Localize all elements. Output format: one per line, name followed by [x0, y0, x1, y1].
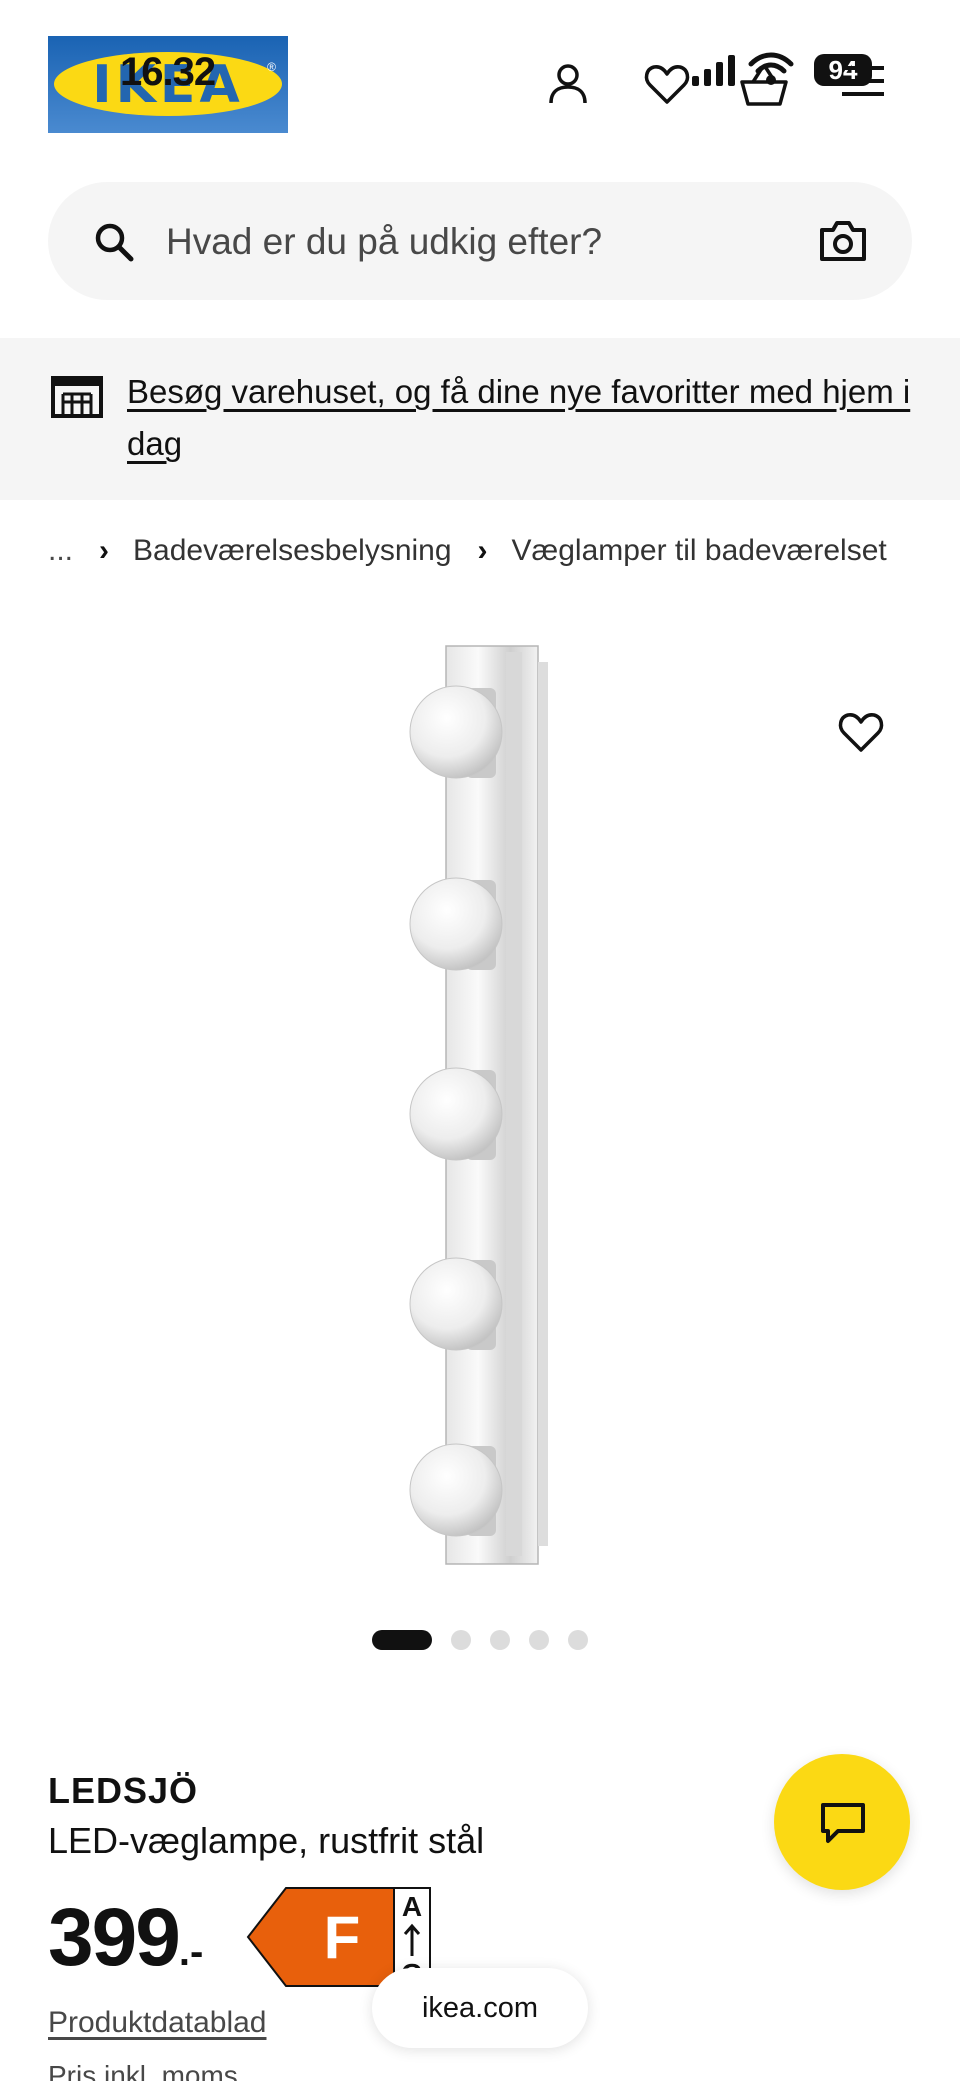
- carousel-dot-4[interactable]: [529, 1630, 549, 1650]
- cellular-signal-icon: [692, 55, 735, 86]
- product-name: LEDSJÖ: [48, 1770, 199, 1811]
- carousel-pagination: [372, 1630, 607, 1650]
- wifi-icon: [748, 52, 794, 85]
- camera-icon[interactable]: [818, 218, 868, 264]
- product-price: 399.-: [48, 1890, 203, 2000]
- energy-scale-top: A: [402, 1891, 422, 1922]
- user-icon[interactable]: [542, 58, 594, 110]
- chat-button[interactable]: [774, 1754, 910, 1890]
- product-datasheet-link[interactable]: Produktdatablad: [48, 2006, 267, 2040]
- carousel-dot-3[interactable]: [490, 1630, 510, 1650]
- chevron-right-icon: ›: [99, 534, 110, 567]
- chevron-right-icon: ›: [477, 534, 488, 567]
- breadcrumb: ... › Badeværelsesbelysning › Væglamper …: [48, 528, 913, 574]
- menu-icon[interactable]: [838, 58, 888, 104]
- browser-url-bar[interactable]: ikea.com: [372, 1968, 588, 2048]
- status-bar-time: 16.32: [120, 50, 216, 94]
- breadcrumb-item-vaeglamper[interactable]: Væglamper til badeværelset: [512, 534, 887, 568]
- search-input[interactable]: [166, 214, 806, 270]
- carousel-dot-5[interactable]: [568, 1630, 588, 1650]
- breadcrumb-item-badevaerelsesbelysning[interactable]: Badeværelsesbelysning: [133, 534, 452, 568]
- carousel-dot-2[interactable]: [451, 1630, 471, 1650]
- store-visit-link[interactable]: Besøg varehuset, og få dine nye favoritt…: [127, 366, 917, 470]
- store-icon: [51, 376, 103, 418]
- site-header: IKEA ® 16.32 94: [0, 0, 960, 160]
- breadcrumb-ellipsis[interactable]: ...: [48, 534, 73, 568]
- carousel-dot-1[interactable]: [372, 1630, 432, 1650]
- chat-bubble-icon: [821, 1803, 865, 1843]
- search-icon: [95, 223, 134, 262]
- add-to-favourites-heart-icon[interactable]: [836, 708, 886, 754]
- logo-registered-mark: ®: [267, 60, 276, 74]
- price-incl-vat-note: Pris inkl. moms: [48, 2060, 238, 2081]
- price-value: 399: [48, 1892, 181, 1983]
- product-image[interactable]: [390, 644, 580, 1574]
- product-description: LED-væglampe, rustfrit stål: [48, 1820, 485, 1861]
- price-suffix: .-: [178, 1930, 204, 1974]
- heart-icon[interactable]: [641, 58, 693, 110]
- energy-class-letter: F: [324, 1904, 361, 1971]
